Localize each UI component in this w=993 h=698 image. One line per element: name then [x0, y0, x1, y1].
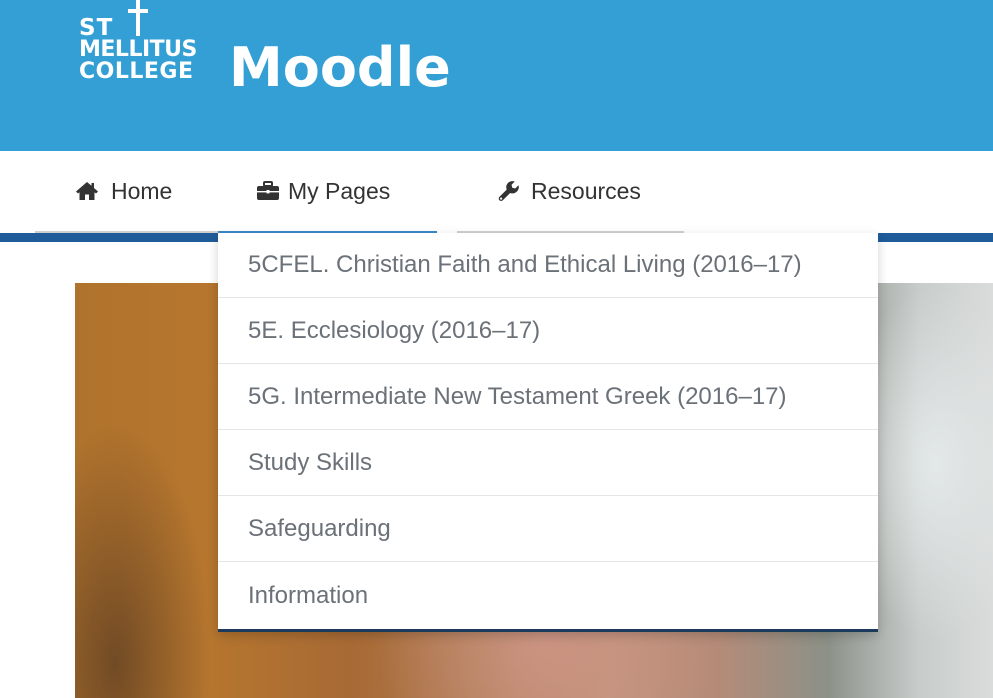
logo-wordmark: ST MELLITUS COLLEGE [79, 17, 197, 83]
nav-item-home[interactable]: Home [35, 151, 218, 233]
logo-line-st: ST [79, 15, 114, 41]
dropdown-item-5e[interactable]: 5E. Ecclesiology (2016–17) [218, 299, 878, 364]
dropdown-item-5cfel[interactable]: 5CFEL. Christian Faith and Ethical Livin… [218, 233, 878, 298]
logo-line-college: COLLEGE [79, 59, 194, 84]
dropdown-item-5g[interactable]: 5G. Intermediate New Testament Greek (20… [218, 365, 878, 430]
nav-item-my-pages[interactable]: My Pages [218, 151, 437, 233]
site-logo[interactable]: ST MELLITUS COLLEGE Moodle [79, 0, 459, 110]
dropdown-item-study-skills[interactable]: Study Skills [218, 431, 878, 496]
nav-item-label: Home [111, 177, 173, 204]
briefcase-icon [257, 181, 279, 200]
home-icon [76, 182, 98, 200]
dropdown-item-safeguarding[interactable]: Safeguarding [218, 497, 878, 562]
my-pages-dropdown: 5CFEL. Christian Faith and Ethical Livin… [218, 233, 878, 632]
nav-item-resources[interactable]: Resources [457, 151, 684, 233]
logo-line-mellitus: MELLITUS [79, 37, 197, 62]
wrench-icon [498, 181, 519, 201]
nav-item-label: My Pages [288, 177, 391, 204]
site-header: ST MELLITUS COLLEGE Moodle [0, 0, 993, 151]
nav-item-label: Resources [531, 177, 641, 204]
app-name: Moodle [229, 36, 451, 99]
dropdown-item-information[interactable]: Information [218, 563, 878, 628]
